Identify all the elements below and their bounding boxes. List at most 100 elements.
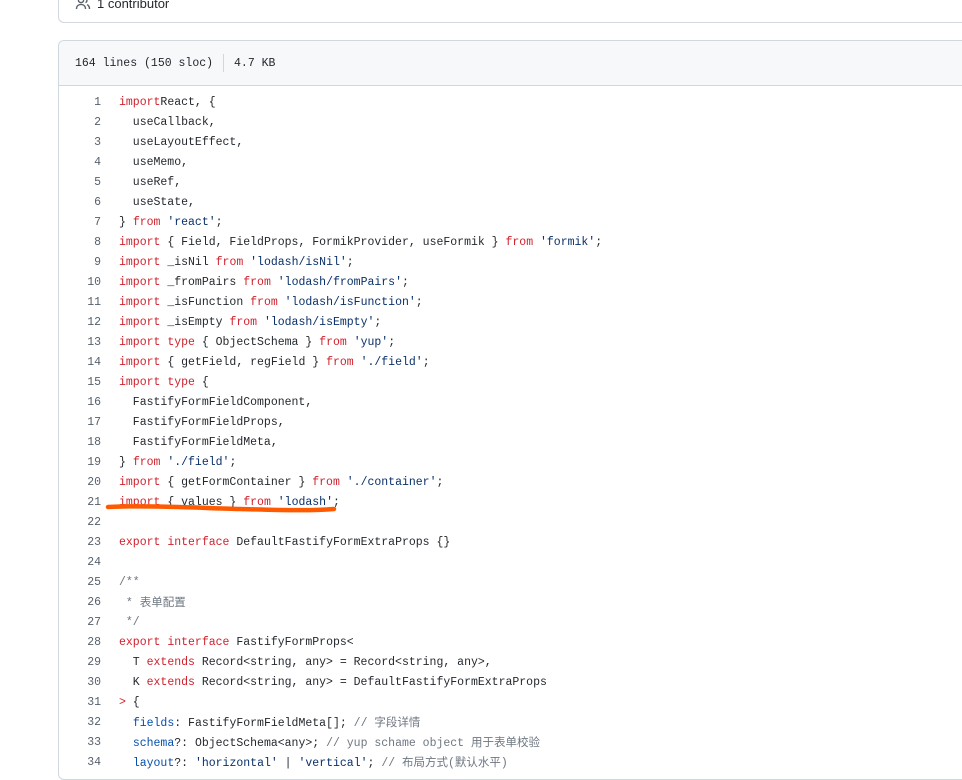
line-number[interactable]: 7 [59,216,101,229]
code-token: fields [132,717,175,730]
line-number[interactable]: 34 [59,756,101,769]
line-number[interactable]: 31 [59,696,101,709]
line-code: import type { [101,376,209,389]
code-token: useRef, [119,175,182,189]
code-line: 3 useLayoutEffect, [59,132,962,152]
line-number[interactable]: 8 [59,236,101,249]
line-code: > { [101,696,140,709]
file-size: 4.7 KB [234,56,276,70]
line-number[interactable]: 5 [59,176,101,189]
line-number[interactable]: 26 [59,596,101,609]
code-token: } [119,455,133,469]
code-line: 12 import _isEmpty from 'lodash/isEmpty'; [59,312,962,332]
code-line: 10 import _fromPairs from 'lodash/fromPai… [59,272,962,292]
line-code: K extends Record<string, any> = DefaultF… [101,676,547,689]
line-number[interactable]: 28 [59,636,101,649]
line-number[interactable]: 18 [59,436,101,449]
line-number[interactable]: 16 [59,396,101,409]
code-token: React, { [160,95,216,109]
line-code: import _isFunction from 'lodash/isFuncti… [101,296,423,309]
code-line: 15 import type { [59,372,962,392]
line-number[interactable]: 6 [59,196,101,209]
line-code: */ [101,616,140,629]
code-token: /** [119,575,140,589]
code-token: from [505,235,534,249]
line-code: import { getField, regField } from './fi… [101,356,430,369]
code-token: import [119,375,161,389]
line-number[interactable]: 2 [59,116,101,129]
line-number[interactable]: 20 [59,476,101,489]
line-number[interactable]: 14 [59,356,101,369]
code-token: FastifyFormFieldComponent, [119,395,313,409]
line-number[interactable]: 17 [59,416,101,429]
line-number[interactable]: 4 [59,156,101,169]
code-token: from [326,355,354,369]
line-number[interactable]: 25 [59,576,101,589]
line-number[interactable]: 23 [59,536,101,549]
code-token: > [119,695,126,709]
contributors-label: 1 contributor [97,0,170,11]
line-number[interactable]: 33 [59,736,101,749]
code-line: 31 > { [59,692,962,712]
line-code: useRef, [101,176,181,189]
line-number[interactable]: 19 [59,456,101,469]
code-token: interface [167,535,230,549]
code-token: from [229,315,258,329]
line-number[interactable]: 1 [59,96,101,109]
code-token: { ObjectSchema } [194,335,320,349]
code-token: */ [119,615,140,629]
contributors-link[interactable]: 1 contributor [75,0,169,11]
code-token: ; [332,495,340,509]
line-number[interactable]: 21 [59,496,101,509]
line-number[interactable]: 22 [59,516,101,529]
code-line: 32 fields: FastifyFormFieldMeta[]; // 字段… [59,712,962,732]
code-token: './field' [360,355,423,369]
line-code: import { getFormContainer } from './cont… [101,476,443,489]
code-token: 'lodash' [277,495,333,509]
line-number[interactable]: 27 [59,616,101,629]
line-code: useMemo, [101,156,188,169]
code-line: 19} from './field'; [59,452,962,472]
line-code: export interface FastifyFormProps< [101,636,354,649]
line-number[interactable]: 29 [59,656,101,669]
line-number[interactable]: 9 [59,256,101,269]
code-token: { getFormContainer } [160,475,313,489]
code-token: ; [388,335,396,349]
code-token: ; [402,275,409,289]
code-token: 'lodash/isEmpty' [263,315,375,329]
file-info-bar: 164 lines (150 sloc) 4.7 KB [59,41,962,86]
code-token: 'lodash/isFunction' [284,295,416,309]
code-token: interface [167,635,230,649]
code-token: from [312,475,340,489]
line-number[interactable]: 10 [59,276,101,289]
code-token: import [119,255,161,269]
code-token: K [119,675,147,689]
code-line: 5 useRef, [59,172,962,192]
line-code: import type { ObjectSchema } from 'yup'; [101,336,395,349]
line-number[interactable]: 32 [59,716,101,729]
line-number[interactable]: 3 [59,136,101,149]
code-line: 30 K extends Record<string, any> = Defau… [59,672,962,692]
code-token: 'lodash/isNil' [250,255,347,269]
line-number[interactable]: 11 [59,296,101,309]
code-token: // yup schame object 用于表单校验 [326,737,540,750]
code-line: 4 useMemo, [59,152,962,172]
line-number[interactable]: 30 [59,676,101,689]
code-line: 11 import _isFunction from 'lodash/isFunc… [59,292,962,312]
line-number[interactable]: 24 [59,556,101,569]
code-line: 28 export interface FastifyFormProps< [59,632,962,652]
line-number[interactable]: 12 [59,316,101,329]
code-token: useState, [119,195,195,209]
code-token: 'formik' [540,235,596,249]
code-token: { [194,375,209,389]
line-code: importReact, { [101,96,216,109]
line-number[interactable]: 13 [59,336,101,349]
code-line: 34 layout?: 'horizontal' | 'vertical'; /… [59,752,962,772]
code-token: import [119,95,161,109]
line-number[interactable]: 15 [59,376,101,389]
code-token: export [119,635,161,649]
code-token: ?: [174,757,195,770]
line-code: FastifyFormFieldComponent, [101,396,312,409]
